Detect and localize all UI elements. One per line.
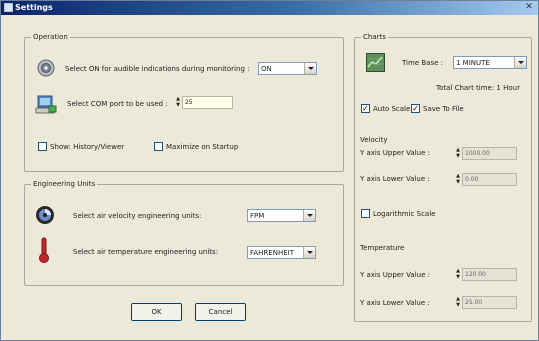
spin-arrows-icon[interactable]: ▲ ▼ [455, 296, 461, 309]
engineering-units-group: Engineering Units Select air velocity en… [24, 179, 344, 286]
velocity-upper-label: Y axis Upper Value : [360, 149, 430, 157]
auto-scale-label: Auto Scale [373, 105, 411, 113]
speaker-icon [37, 59, 55, 77]
audible-label: Select ON for audible indications during… [65, 65, 250, 73]
window-title: Settings [15, 3, 53, 12]
temp-upper-field[interactable]: 120.00 [462, 268, 517, 281]
operation-group: Operation Select ON for audible indicati… [24, 32, 344, 172]
save-to-file-label: Save To File [423, 105, 464, 113]
chevron-down-icon[interactable] [303, 210, 315, 221]
velocity-heading: Velocity [360, 136, 388, 144]
temperature-heading: Temperature [360, 244, 405, 252]
audible-select-value: ON [261, 65, 272, 73]
chevron-down-icon[interactable] [304, 63, 316, 74]
close-icon[interactable]: ✕ [523, 2, 535, 13]
thermometer-icon [39, 237, 49, 263]
maximize-label: Maximize on Startup [166, 143, 239, 151]
show-history-checkbox[interactable] [38, 142, 47, 151]
spin-arrows-icon[interactable]: ▲ ▼ [455, 268, 461, 281]
com-port-label: Select COM port to be used : [67, 100, 168, 108]
spin-arrows-icon[interactable]: ▲ ▼ [455, 173, 461, 186]
com-port-field[interactable]: 25 [182, 96, 233, 109]
temperature-units-select[interactable]: FAHRENHEIT [247, 246, 316, 259]
velocity-units-value: FPM [250, 212, 265, 220]
velocity-lower-spinner[interactable]: ▲ ▼ 0.00 [455, 173, 517, 186]
chevron-down-icon[interactable] [303, 247, 315, 258]
temperature-units-value: FAHRENHEIT [250, 249, 294, 257]
temp-lower-spinner[interactable]: ▲ ▼ 25.00 [455, 296, 517, 309]
engineering-units-legend: Engineering Units [31, 179, 98, 190]
save-to-file-checkbox[interactable]: ✓ [411, 104, 420, 113]
chevron-down-icon[interactable] [514, 57, 526, 68]
cancel-button[interactable]: Cancel [195, 303, 246, 321]
temp-upper-spinner[interactable]: ▲ ▼ 120.00 [455, 268, 517, 281]
settings-window: Settings ✕ Operation Select ON for audib… [0, 0, 539, 341]
show-history-label: Show: History/Viewer [50, 143, 125, 151]
velocity-lower-field[interactable]: 0.00 [462, 173, 517, 186]
com-port-spinner[interactable]: ▲ ▼ 25 [175, 96, 235, 109]
computer-port-icon [35, 95, 57, 114]
spin-arrows-icon[interactable]: ▲ ▼ [455, 147, 461, 160]
time-base-value: 1 MINUTE [456, 59, 490, 67]
maximize-checkbox[interactable] [154, 142, 163, 151]
title-bar[interactable]: Settings ✕ [1, 1, 538, 15]
total-chart-time: Total Chart time: 1 Hour [436, 84, 520, 92]
time-base-select[interactable]: 1 MINUTE [453, 56, 527, 69]
charts-group: Charts Time Base : 1 MINUTE Total Chart … [354, 32, 532, 322]
audible-select[interactable]: ON [258, 62, 317, 75]
auto-scale-checkbox[interactable]: ✓ [361, 104, 370, 113]
velocity-upper-spinner[interactable]: ▲ ▼ 1000.00 [455, 147, 517, 160]
ok-button[interactable]: OK [131, 303, 182, 321]
charts-legend: Charts [361, 32, 388, 43]
velocity-lower-label: Y axis Lower Value : [360, 175, 430, 183]
temp-lower-label: Y axis Lower Value : [360, 299, 430, 307]
velocity-units-label: Select air velocity engineering units: [73, 212, 202, 220]
chart-icon [366, 53, 385, 72]
velocity-upper-field[interactable]: 1000.00 [462, 147, 517, 160]
temp-lower-field[interactable]: 25.00 [462, 296, 517, 309]
temp-upper-label: Y axis Upper Value : [360, 271, 430, 279]
operation-legend: Operation [31, 32, 70, 43]
spin-arrows-icon[interactable]: ▲ ▼ [175, 96, 181, 109]
log-scale-label: Logarithmic Scale [373, 210, 436, 218]
settings-window-icon [4, 3, 13, 12]
fan-icon [36, 206, 54, 224]
velocity-units-select[interactable]: FPM [247, 209, 316, 222]
log-scale-checkbox[interactable] [361, 209, 370, 218]
temperature-units-label: Select air temperature engineering units… [73, 248, 219, 256]
time-base-label: Time Base : [402, 59, 443, 67]
